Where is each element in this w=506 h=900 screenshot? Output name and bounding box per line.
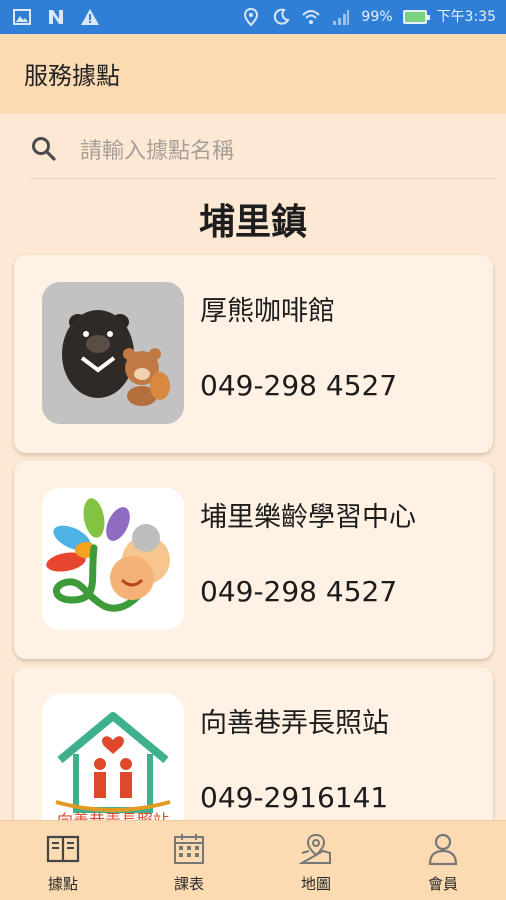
map-icon [298, 833, 331, 864]
battery-percent: 99% [361, 9, 393, 25]
nav-label: 據點 [47, 875, 78, 893]
bottom-nav: 據點 課表 地圖 會員 [0, 820, 506, 900]
nav-item-member[interactable]: 會員 [398, 831, 488, 894]
location-phone[interactable]: 049-298 4527 [200, 575, 397, 608]
user-icon [428, 833, 458, 866]
bear-mascot-icon [62, 310, 170, 406]
status-bar: 99% 下午3:35 [0, 0, 506, 34]
location-thumbnail [42, 488, 184, 630]
nav-item-locations[interactable]: 據點 [18, 831, 108, 894]
location-thumbnail [42, 282, 184, 424]
book-icon [46, 835, 80, 863]
calendar-icon [174, 834, 204, 864]
location-phone[interactable]: 049-2916141 [200, 781, 388, 814]
call-moon-icon [274, 8, 291, 25]
nav-label: 會員 [427, 875, 458, 893]
location-thumbnail: 向善巷弄長照站 [42, 694, 184, 836]
wifi-icon [302, 10, 321, 24]
elderly-learning-logo-icon [46, 498, 170, 612]
location-name: 埔里樂齡學習中心 [200, 502, 416, 533]
nav-label: 地圖 [300, 875, 331, 893]
nav-label: 課表 [173, 875, 204, 893]
location-card[interactable]: 埔里樂齡學習中心 049-298 4527 [14, 461, 493, 659]
search-bar[interactable] [30, 127, 496, 179]
region-title: 埔里鎮 [198, 202, 307, 243]
location-icon [244, 7, 259, 27]
nav-item-map[interactable]: 地圖 [271, 831, 361, 894]
location-name: 厚熊咖啡館 [200, 296, 335, 327]
app-bar: 服務據點 [0, 34, 506, 114]
search-icon[interactable] [30, 135, 58, 163]
house-care-logo-icon: 向善巷弄長照站 [55, 712, 171, 830]
battery-icon [402, 10, 430, 24]
location-phone[interactable]: 049-298 4527 [200, 369, 397, 402]
signal-icon [333, 10, 350, 25]
clock: 下午3:35 [436, 9, 496, 25]
n-notification-icon [49, 10, 63, 24]
location-card[interactable]: 厚熊咖啡館 049-298 4527 [14, 255, 493, 453]
warning-icon [81, 9, 99, 25]
image-notification-icon [13, 9, 31, 25]
search-input[interactable] [80, 133, 480, 169]
location-name: 向善巷弄長照站 [200, 708, 389, 739]
nav-item-schedule[interactable]: 課表 [144, 831, 234, 894]
page-title: 服務據點 [24, 62, 120, 90]
